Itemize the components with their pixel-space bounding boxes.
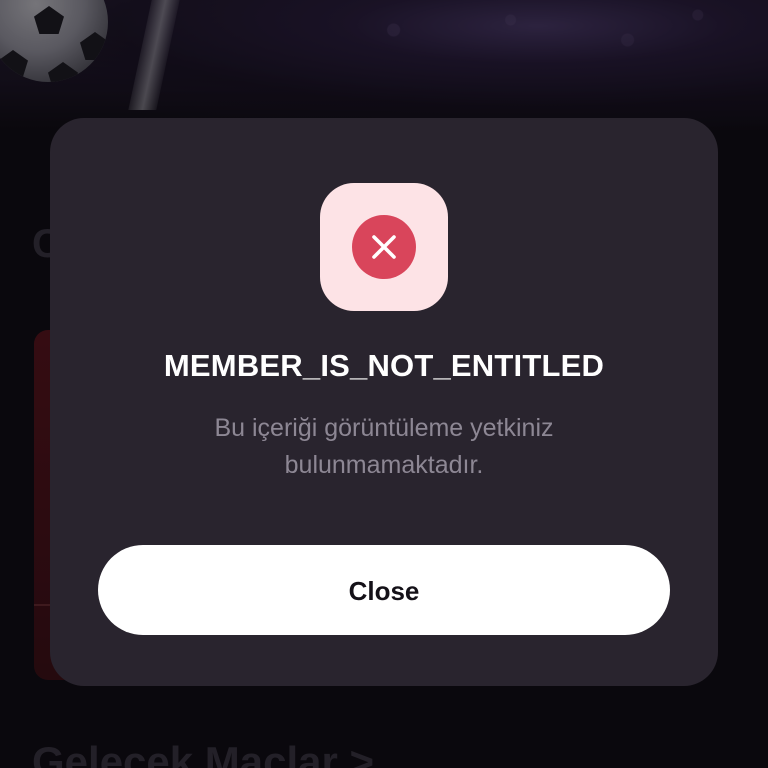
close-button[interactable]: Close [98, 545, 670, 635]
app-screen: C Gelecek Maçlar > MEMBER_IS_NOT_ENTITLE… [0, 0, 768, 768]
dialog-title: MEMBER_IS_NOT_ENTITLED [163, 348, 605, 383]
error-icon-tile [320, 183, 448, 311]
error-x-icon [352, 215, 416, 279]
error-dialog: MEMBER_IS_NOT_ENTITLED Bu içeriği görünt… [50, 118, 718, 686]
dialog-message: Bu içeriği görüntüleme yetkiniz bulunmam… [214, 414, 554, 479]
